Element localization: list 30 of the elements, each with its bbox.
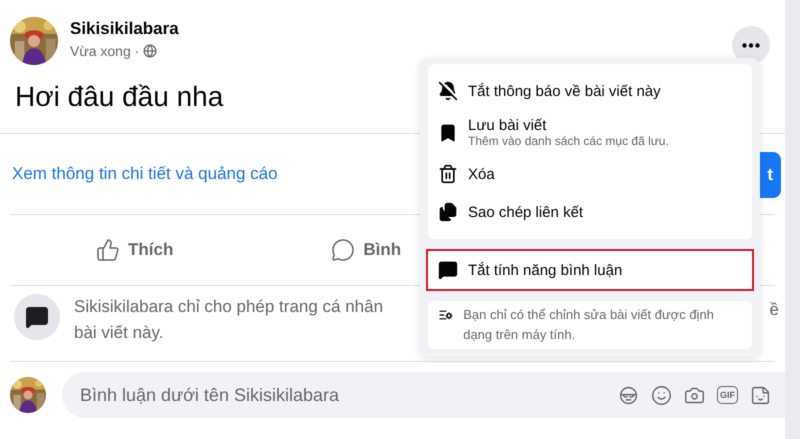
menu-note: Bạn chỉ có thể chỉnh sửa bài viết được định dạng trên máy tính.: [428, 301, 752, 349]
post-time: Vừa xong ·: [70, 43, 140, 59]
details-link[interactable]: Xem thông tin chi tiết và quảng cáo: [12, 164, 278, 184]
notice-text: ề: [770, 300, 779, 320]
more-button[interactable]: [732, 26, 770, 64]
comment-icon: [14, 294, 60, 340]
menu-item[interactable]: Tắt tính năng bình luận: [428, 251, 752, 289]
gif-button[interactable]: GIF: [717, 386, 738, 404]
notice-text: bài viết này.: [74, 322, 164, 344]
muted-bell-icon: [438, 81, 458, 101]
like-button[interactable]: Thích: [92, 234, 178, 266]
thumbs-up-icon: [96, 238, 120, 262]
comment-button[interactable]: Bình: [327, 234, 406, 266]
avatar-sticker-button[interactable]: [618, 384, 639, 406]
emoji-button[interactable]: [651, 384, 672, 406]
comment-icon: [438, 260, 458, 280]
comment-field[interactable]: Bình luận dưới tên Sikisikilabara GIF: [62, 372, 785, 418]
menu-item[interactable]: Tắt thông báo về bài viết này: [428, 72, 752, 110]
trash-icon: [438, 164, 458, 184]
menu-item[interactable]: Sao chép liên kết: [428, 193, 752, 231]
notice-text: Sikisikilabara chỉ cho phép trang cá nhân: [74, 296, 384, 318]
menu-item[interactable]: Xóa: [428, 155, 752, 193]
author-name: Sikisikilabara: [70, 19, 179, 39]
globe-icon: [143, 44, 158, 58]
ellipsis-icon: [742, 42, 760, 48]
speech-bubble-icon: [331, 238, 356, 262]
sticker-button[interactable]: [750, 384, 771, 406]
copy-icon: [438, 202, 458, 222]
post-text: Hơi đâu đầu nha: [15, 81, 224, 114]
menu-item[interactable]: Lưu bài viết Thêm vào danh sách các mục đã lưu.: [428, 110, 752, 155]
